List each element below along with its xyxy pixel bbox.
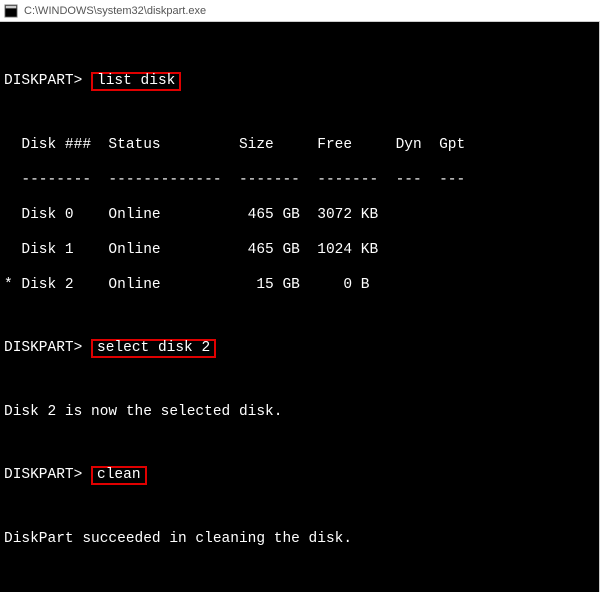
- window-titlebar: C:\WINDOWS\system32\diskpart.exe: [0, 0, 600, 22]
- app-icon: [4, 4, 18, 18]
- terminal-output[interactable]: DISKPART> list disk Disk ### Status Size…: [0, 22, 600, 592]
- msg-clean-ok: DiskPart succeeded in cleaning the disk.: [0, 529, 597, 550]
- cmd-select-disk: select disk 2: [91, 339, 216, 358]
- window-title: C:\WINDOWS\system32\diskpart.exe: [24, 5, 206, 17]
- prompt: DISKPART>: [4, 73, 82, 89]
- prompt: DISKPART>: [4, 467, 82, 483]
- disk-table-divider: -------- ------------- ------- ------- -…: [0, 170, 597, 191]
- prompt: DISKPART>: [4, 340, 82, 356]
- cmd-list-disk: list disk: [91, 72, 181, 91]
- table-row: Disk 0 Online 465 GB 3072 KB: [0, 205, 597, 226]
- msg-selected: Disk 2 is now the selected disk.: [0, 402, 597, 423]
- cmd-clean: clean: [91, 466, 147, 485]
- disk-table-header: Disk ### Status Size Free Dyn Gpt: [0, 135, 597, 156]
- table-row: * Disk 2 Online 15 GB 0 B: [0, 275, 597, 296]
- table-row: Disk 1 Online 465 GB 1024 KB: [0, 240, 597, 261]
